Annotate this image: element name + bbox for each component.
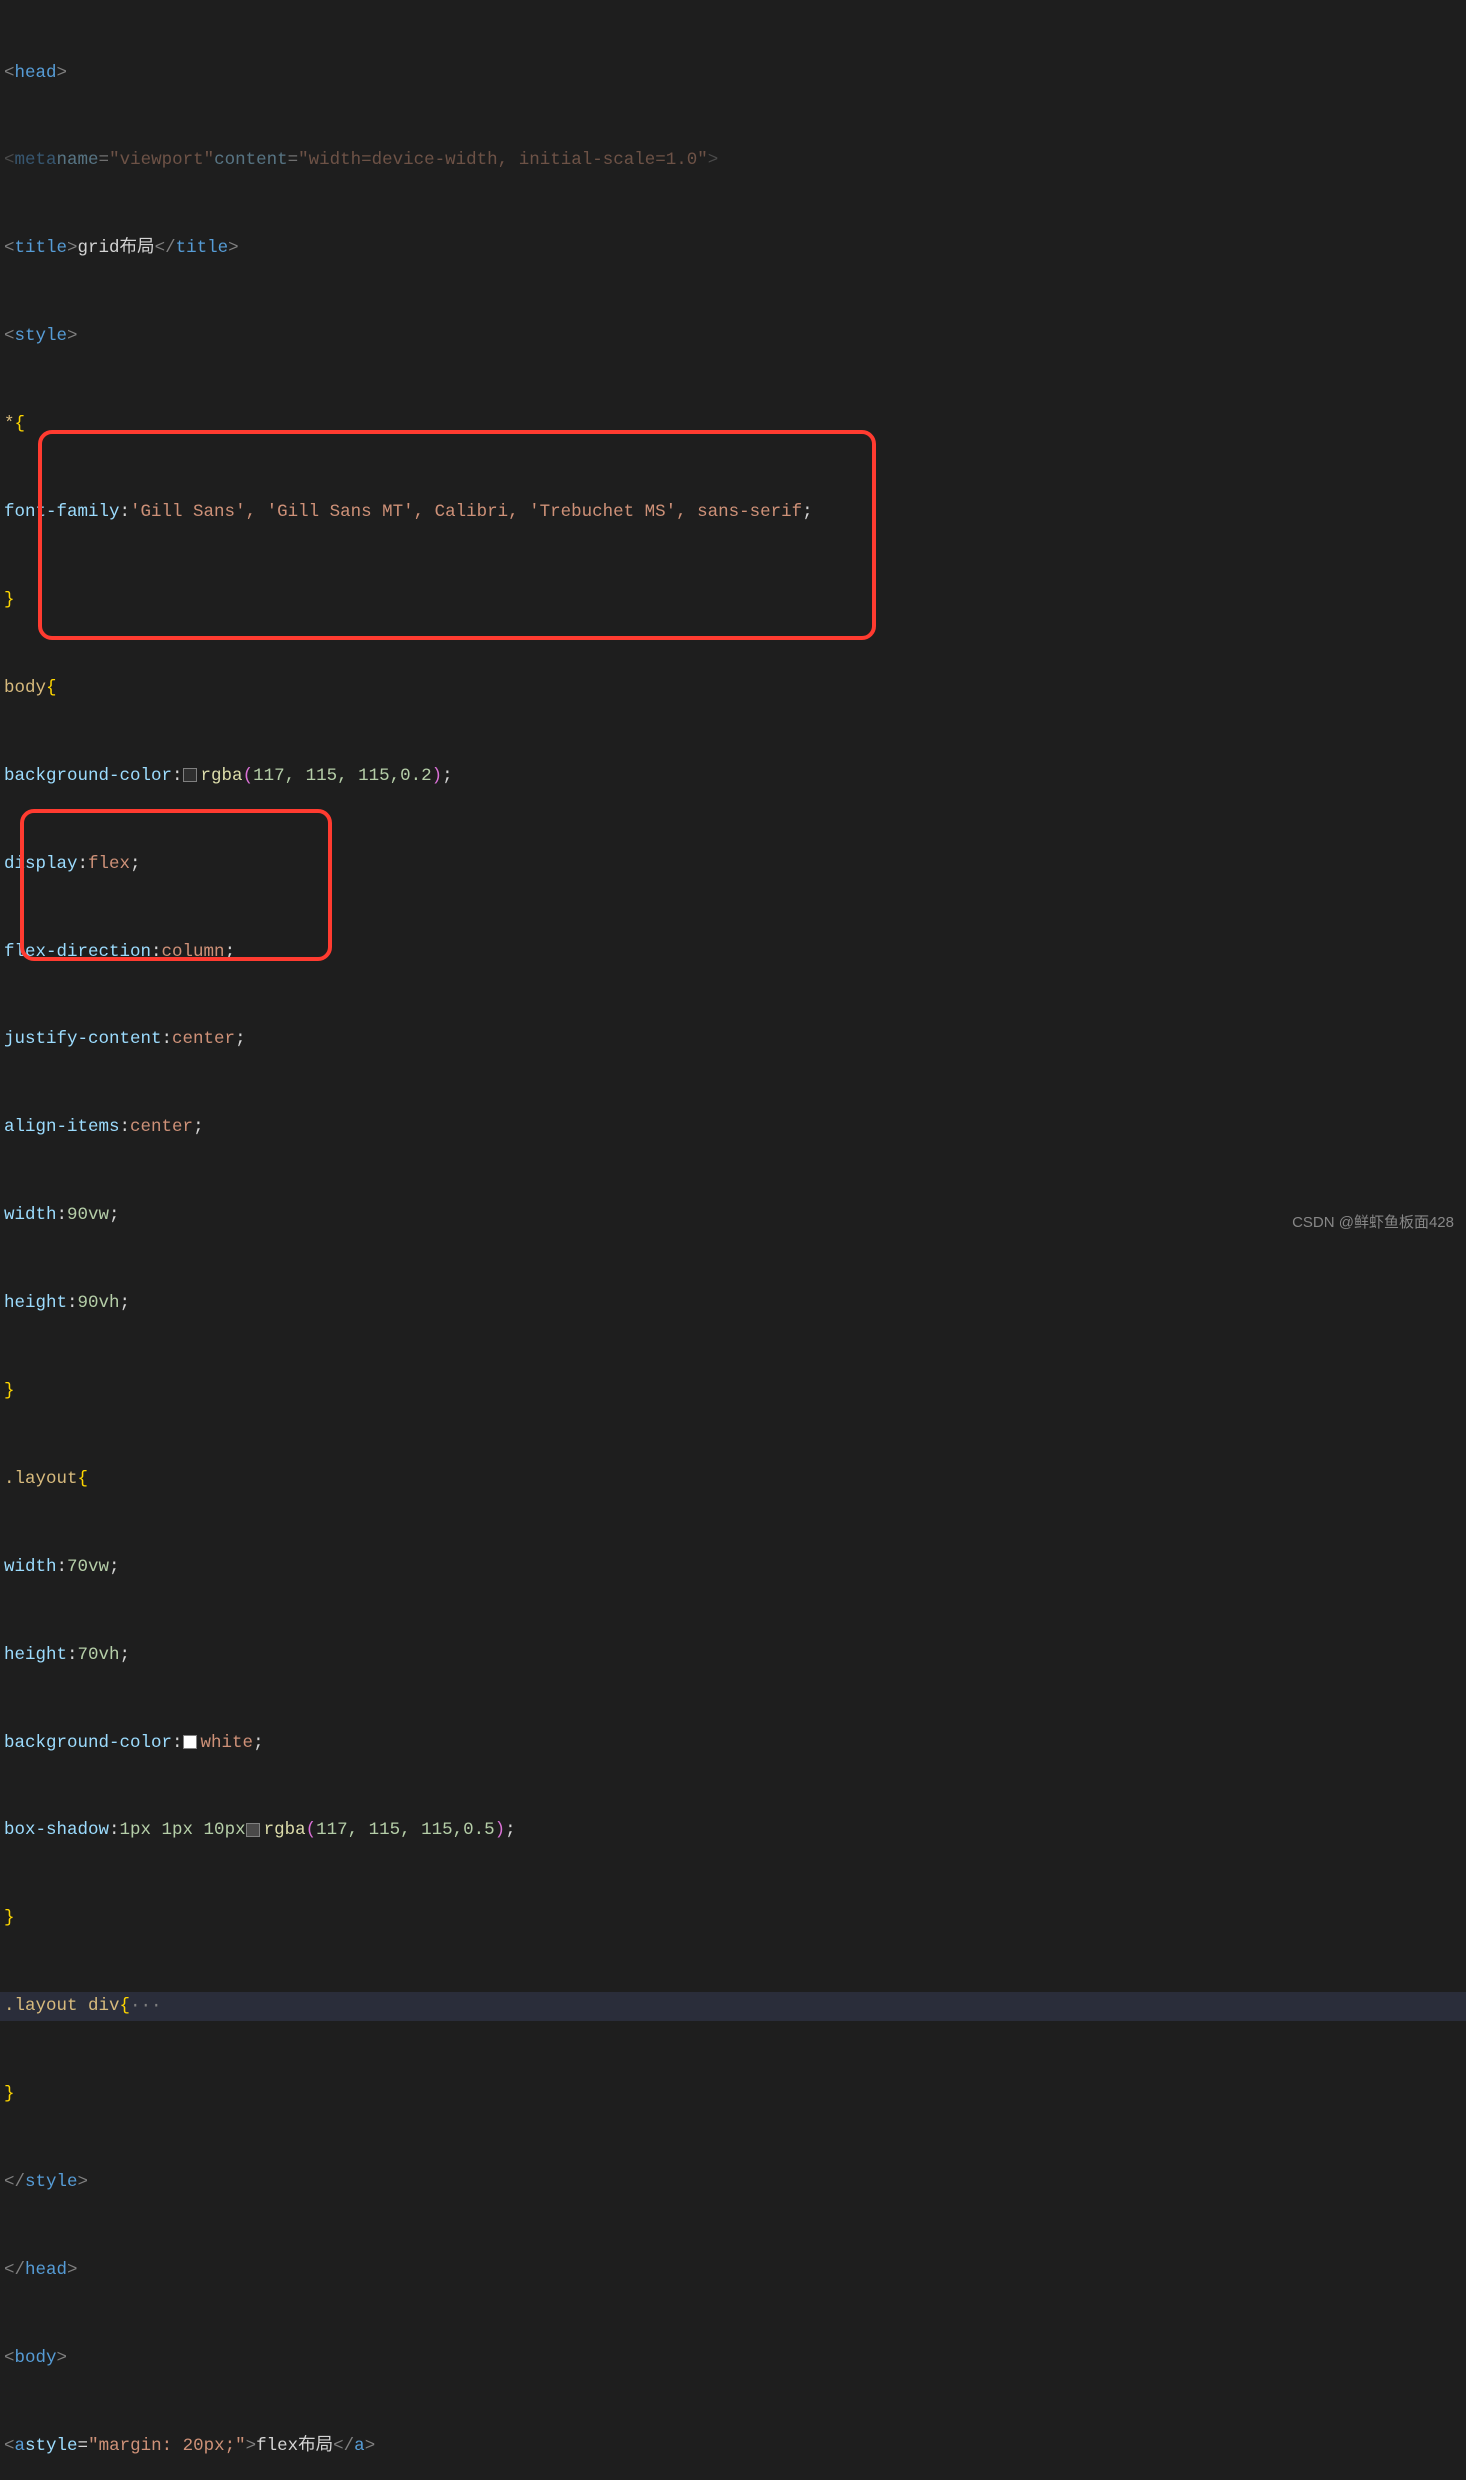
code-line[interactable]: background-color: rgba(117, 115, 115,0.2… xyxy=(0,762,1466,791)
code-line[interactable]: <head> xyxy=(0,59,1466,88)
code-line[interactable]: <body> xyxy=(0,2344,1466,2373)
color-swatch-icon xyxy=(246,1823,260,1837)
code-line[interactable]: height: 70vh; xyxy=(0,1641,1466,1670)
code-line[interactable]: body{ xyxy=(0,674,1466,703)
color-swatch-icon xyxy=(183,1735,197,1749)
code-line[interactable]: box-shadow: 1px 1px 10px rgba(117, 115, … xyxy=(0,1816,1466,1845)
code-line[interactable]: <title>grid布局</title> xyxy=(0,234,1466,263)
fold-indicator-icon[interactable]: ··· xyxy=(130,1992,162,2021)
code-line[interactable]: </style> xyxy=(0,2168,1466,2197)
code-line[interactable]: <a style="margin: 20px;">flex布局</a> xyxy=(0,2432,1466,2461)
code-line[interactable]: flex-direction: column; xyxy=(0,938,1466,967)
code-line[interactable]: *{ xyxy=(0,410,1466,439)
code-line[interactable]: height: 90vh; xyxy=(0,1289,1466,1318)
code-line[interactable]: } xyxy=(0,1904,1466,1933)
code-line[interactable]: display: flex; xyxy=(0,850,1466,879)
code-line[interactable]: width: 90vw; xyxy=(0,1201,1466,1230)
code-line[interactable]: font-family: 'Gill Sans', 'Gill Sans MT'… xyxy=(0,498,1466,527)
code-line[interactable]: } xyxy=(0,2080,1466,2109)
code-line[interactable]: } xyxy=(0,1377,1466,1406)
code-line[interactable]: width: 70vw; xyxy=(0,1553,1466,1582)
code-line[interactable]: align-items: center; xyxy=(0,1113,1466,1142)
code-line[interactable]: <meta name="viewport" content="width=dev… xyxy=(0,146,1466,175)
code-editor[interactable]: <head> <meta name="viewport" content="wi… xyxy=(0,0,1466,2480)
code-line[interactable]: .layout div{··· xyxy=(0,1992,1466,2021)
code-line[interactable]: .layout{ xyxy=(0,1465,1466,1494)
code-line[interactable]: } xyxy=(0,586,1466,615)
color-swatch-icon xyxy=(183,768,197,782)
code-line[interactable]: <style> xyxy=(0,322,1466,351)
code-line[interactable]: background-color: white; xyxy=(0,1729,1466,1758)
code-line[interactable]: justify-content: center; xyxy=(0,1025,1466,1054)
code-line[interactable]: </head> xyxy=(0,2256,1466,2285)
watermark: CSDN @鲜虾鱼板面428 xyxy=(1292,1211,1454,1232)
